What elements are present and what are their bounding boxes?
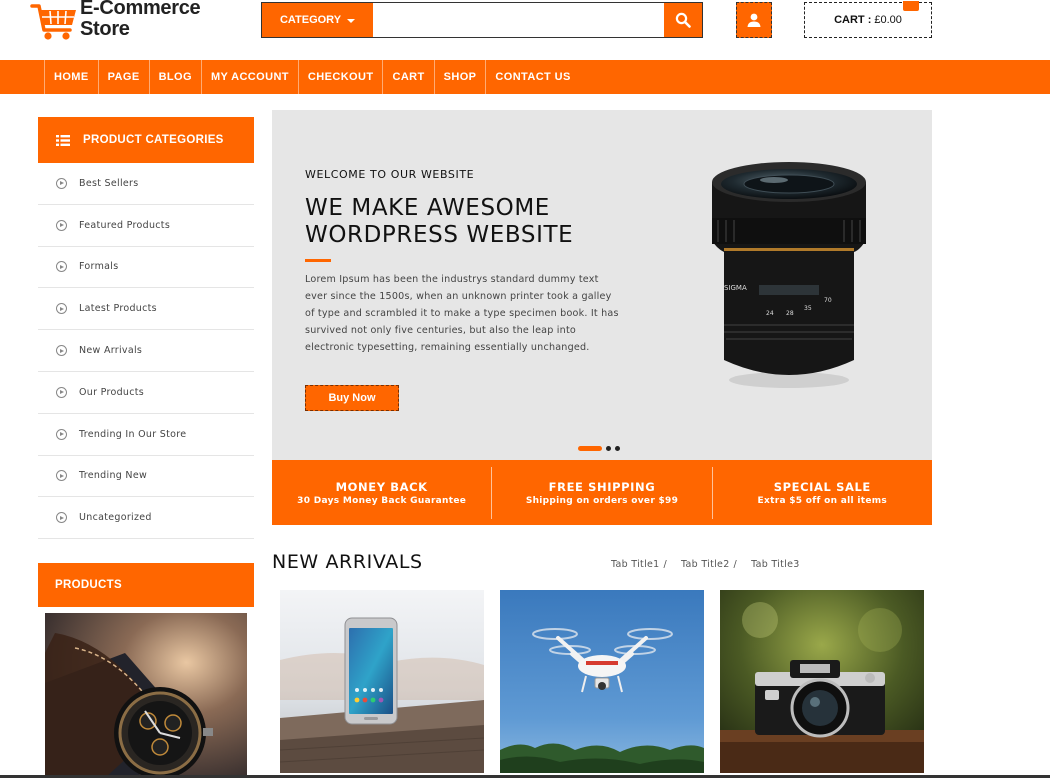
account-button[interactable] bbox=[736, 2, 772, 38]
category-label: Featured Products bbox=[79, 219, 171, 231]
buy-now-button[interactable]: Buy Now bbox=[305, 385, 399, 411]
feature-subtitle: Extra $5 off on all items bbox=[757, 495, 888, 506]
product-categories-heading: PRODUCT CATEGORIES bbox=[38, 117, 254, 163]
category-list: Best Sellers Featured Products Formals L… bbox=[38, 163, 254, 540]
svg-text:35: 35 bbox=[804, 305, 812, 312]
nav-blog[interactable]: BLOG bbox=[148, 60, 201, 94]
category-dropdown-label: CATEGORY bbox=[279, 14, 342, 26]
logo-line-2: Store bbox=[80, 18, 130, 40]
feature-subtitle: Shipping on orders over $99 bbox=[525, 495, 679, 506]
site-logo[interactable]: E-Commerce Store bbox=[80, 0, 201, 40]
category-item-featured-products[interactable]: Featured Products bbox=[38, 205, 254, 247]
feature-subtitle: 30 Days Money Back Guarantee bbox=[297, 495, 467, 506]
tab-label: Tab Title3 bbox=[751, 559, 800, 570]
play-circle-icon bbox=[56, 428, 67, 440]
hero-kicker: WELCOME TO OUR WEBSITE bbox=[305, 168, 475, 181]
category-label: Trending New bbox=[79, 470, 148, 482]
feature-title: SPECIAL SALE bbox=[773, 479, 871, 494]
play-circle-icon bbox=[56, 303, 67, 315]
slider-dot-3[interactable] bbox=[615, 446, 620, 451]
feature-money-back: MONEY BACK 30 Days Money Back Guarantee bbox=[272, 466, 493, 519]
lens-brand: SIGMA bbox=[724, 284, 747, 292]
tab-label: Tab Title1 bbox=[611, 559, 660, 570]
svg-text:28: 28 bbox=[786, 310, 794, 317]
cart-amount: £0.00 bbox=[874, 14, 902, 26]
nav-cart[interactable]: CART bbox=[382, 60, 433, 94]
category-item-trending-new[interactable]: Trending New bbox=[38, 456, 254, 498]
slider-dot-2[interactable] bbox=[606, 446, 611, 451]
category-item-best-sellers[interactable]: Best Sellers bbox=[38, 163, 254, 205]
category-dropdown[interactable]: CATEGORY bbox=[262, 3, 373, 37]
play-circle-icon bbox=[56, 386, 67, 398]
cart-button[interactable]: CART : £0.00 bbox=[804, 1, 932, 38]
svg-text:70: 70 bbox=[824, 297, 832, 304]
product-categories-title: PRODUCT CATEGORIES bbox=[83, 134, 224, 146]
sidebar-product-watch-image[interactable] bbox=[45, 613, 247, 778]
nav-checkout[interactable]: CHECKOUT bbox=[297, 60, 383, 94]
new-arrivals-title: NEW ARRIVALS bbox=[272, 551, 423, 573]
nav-shop[interactable]: SHOP bbox=[433, 60, 486, 94]
nav-page[interactable]: PAGE bbox=[97, 60, 149, 94]
category-label: Our Products bbox=[79, 386, 145, 398]
hero-title: WE MAKE AWESOME WORDPRESS WEBSITE bbox=[305, 195, 574, 248]
tab-1[interactable]: Tab Title1/ bbox=[611, 559, 667, 570]
category-label: Uncategorized bbox=[79, 512, 152, 524]
nav-my-account[interactable]: MY ACCOUNT bbox=[200, 60, 298, 94]
search-bar: CATEGORY bbox=[261, 2, 703, 38]
tab-label: Tab Title2 bbox=[681, 559, 730, 570]
tab-separator: / bbox=[663, 559, 668, 570]
cart-label: CART : bbox=[834, 14, 872, 26]
logo-line-1: E-Commerce bbox=[80, 0, 201, 19]
nav-home[interactable]: HOME bbox=[44, 60, 98, 94]
main-nav: HOME PAGE BLOG MY ACCOUNT CHECKOUT CART … bbox=[0, 60, 1050, 94]
caret-down-icon bbox=[347, 19, 356, 23]
tab-3[interactable]: Tab Title3 bbox=[751, 559, 800, 570]
products-heading: PRODUCTS bbox=[38, 563, 254, 607]
category-label: Latest Products bbox=[79, 303, 157, 315]
products-heading-title: PRODUCTS bbox=[55, 579, 122, 591]
feature-free-shipping: FREE SHIPPING Shipping on orders over $9… bbox=[492, 466, 713, 519]
play-circle-icon bbox=[56, 470, 67, 482]
category-item-our-products[interactable]: Our Products bbox=[38, 372, 254, 414]
category-label: Trending In Our Store bbox=[79, 428, 187, 440]
product-phone-image[interactable] bbox=[280, 590, 484, 773]
list-icon bbox=[56, 134, 70, 146]
play-circle-icon bbox=[56, 261, 67, 273]
shopping-bag-icon bbox=[903, 1, 919, 11]
tab-separator: / bbox=[733, 559, 738, 570]
search-icon bbox=[675, 12, 691, 28]
search-button[interactable] bbox=[664, 3, 702, 37]
category-item-trending-in-our-store[interactable]: Trending In Our Store bbox=[38, 414, 254, 456]
category-label: Best Sellers bbox=[79, 177, 139, 189]
category-item-uncategorized[interactable]: Uncategorized bbox=[38, 497, 254, 540]
feature-special-sale: SPECIAL SALE Extra $5 off on all items bbox=[713, 467, 932, 519]
play-circle-icon bbox=[56, 345, 67, 357]
feature-title: MONEY BACK bbox=[335, 479, 428, 494]
tab-2[interactable]: Tab Title2/ bbox=[681, 559, 737, 570]
category-label: New Arrivals bbox=[79, 345, 143, 357]
slider-pagination bbox=[578, 446, 620, 451]
product-drone-image[interactable] bbox=[500, 590, 704, 773]
camera-lens-image: SIGMA 24 28 35 70 bbox=[712, 162, 866, 388]
category-label: Formals bbox=[79, 261, 119, 273]
new-arrivals-tabs: Tab Title1/ Tab Title2/ Tab Title3 bbox=[611, 559, 800, 570]
category-item-latest-products[interactable]: Latest Products bbox=[38, 288, 254, 331]
play-circle-icon bbox=[56, 512, 67, 524]
hero-description: Lorem Ipsum has been the industrys stand… bbox=[305, 274, 619, 353]
hero-divider bbox=[305, 259, 331, 262]
svg-text:24: 24 bbox=[766, 310, 774, 317]
search-input[interactable] bbox=[373, 3, 664, 37]
play-circle-icon bbox=[56, 219, 67, 231]
feature-title: FREE SHIPPING bbox=[548, 479, 656, 494]
category-item-new-arrivals[interactable]: New Arrivals bbox=[38, 330, 254, 372]
hero-slider: WELCOME TO OUR WEBSITE WE MAKE AWESOME W… bbox=[272, 110, 932, 460]
features-bar: MONEY BACK 30 Days Money Back Guarantee … bbox=[272, 460, 932, 525]
slider-dot-1[interactable] bbox=[578, 446, 602, 451]
logo-cart-icon[interactable] bbox=[30, 0, 78, 42]
category-item-formals[interactable]: Formals bbox=[38, 247, 254, 289]
nav-contact-us[interactable]: CONTACT US bbox=[485, 60, 579, 94]
play-circle-icon bbox=[56, 177, 67, 189]
user-icon bbox=[747, 13, 761, 27]
product-camera-image[interactable] bbox=[720, 590, 924, 773]
